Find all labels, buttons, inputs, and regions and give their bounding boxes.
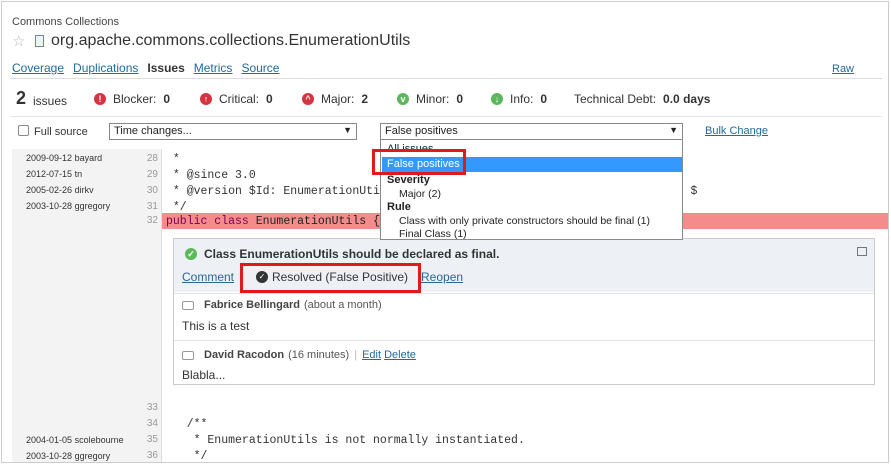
dropdown-arrow-icon: ▼ bbox=[343, 125, 352, 135]
issue-filter-select[interactable]: False positives ▼ bbox=[380, 123, 683, 140]
dropdown-arrow-icon: ▼ bbox=[669, 125, 678, 135]
line-number: 28 bbox=[146, 153, 158, 164]
code-line: /** bbox=[166, 418, 208, 431]
dropdown-option-final-class[interactable]: Final Class (1) bbox=[399, 228, 467, 240]
blocker-label: Blocker: bbox=[113, 92, 157, 106]
blame-entry: 2012-07-15 tn bbox=[26, 169, 83, 179]
line-number: 32 bbox=[146, 215, 158, 226]
divider bbox=[10, 116, 882, 117]
dropdown-group-rule: Rule bbox=[387, 201, 411, 213]
divider bbox=[174, 340, 874, 341]
blame-gutter bbox=[12, 149, 162, 462]
blocker-count: 0 bbox=[163, 92, 171, 106]
full-source-checkbox[interactable] bbox=[18, 125, 29, 136]
debt-label: Technical Debt: bbox=[574, 92, 657, 106]
time-changes-select[interactable]: Time changes... ▼ bbox=[109, 123, 357, 140]
info-label: Info: bbox=[510, 92, 534, 106]
line-number: 33 bbox=[146, 402, 158, 413]
critical-count: 0 bbox=[266, 92, 273, 106]
edit-comment-link[interactable]: Edit bbox=[362, 349, 381, 361]
line-number: 29 bbox=[146, 169, 158, 180]
critical-label: Critical: bbox=[219, 92, 260, 106]
comment-text: This is a test bbox=[182, 319, 250, 333]
issue-status-check-icon: ✓ bbox=[185, 248, 197, 260]
comment-action[interactable]: Comment bbox=[182, 270, 234, 284]
minor-label: Minor: bbox=[416, 92, 450, 106]
comment-text: Blabla... bbox=[182, 368, 226, 382]
blame-entry: 2004-01-05 scolebourne bbox=[26, 435, 124, 445]
highlighted-code: public class EnumerationUtils { bbox=[166, 215, 380, 228]
comment-bubble-icon bbox=[182, 300, 194, 310]
code-line: * EnumerationUtils is not normally insta… bbox=[166, 434, 525, 447]
tab-issues[interactable]: Issues bbox=[147, 61, 184, 75]
dropdown-group-severity: Severity bbox=[387, 174, 430, 186]
comment-header: David Racodon (16 minutes) | Edit Delete bbox=[182, 349, 416, 361]
major-icon: ^ bbox=[302, 93, 314, 105]
issues-count: 2 bbox=[16, 88, 27, 108]
info-icon: ↓ bbox=[491, 93, 503, 105]
issue-panel: ✓ Class EnumerationUtils should be decla… bbox=[173, 238, 875, 385]
major-count: 2 bbox=[361, 92, 369, 106]
highlight-annotation bbox=[372, 149, 466, 175]
time-select-value: Time changes... bbox=[114, 125, 192, 137]
code-line: * bbox=[166, 153, 180, 166]
issues-count-label: issues bbox=[33, 94, 68, 108]
critical-icon: ↑ bbox=[200, 93, 212, 105]
dropdown-option-major[interactable]: Major (2) bbox=[399, 188, 441, 200]
full-source-label: Full source bbox=[34, 126, 88, 138]
line-number: 36 bbox=[146, 450, 158, 461]
info-count: 0 bbox=[540, 92, 548, 106]
code-line: * @since 3.0 bbox=[166, 169, 256, 182]
minor-summary[interactable]: v Minor: 0 bbox=[397, 92, 463, 106]
issue-title: ✓ Class EnumerationUtils should be decla… bbox=[185, 247, 499, 261]
favorite-star-icon[interactable]: ☆ bbox=[12, 32, 25, 50]
line-number: 30 bbox=[146, 185, 158, 196]
tab-duplications[interactable]: Duplications bbox=[73, 61, 138, 75]
project-name: Commons Collections bbox=[12, 16, 119, 28]
tab-source[interactable]: Source bbox=[241, 61, 279, 75]
issue-select-value: False positives bbox=[385, 125, 458, 137]
tab-bar: Coverage Duplications Issues Metrics Sou… bbox=[12, 61, 279, 75]
dropdown-option-rule-private-constructors[interactable]: Class with only private constructors sho… bbox=[399, 215, 650, 227]
blocker-icon: ! bbox=[94, 93, 106, 105]
technical-debt: Technical Debt: 0.0 days bbox=[574, 92, 710, 106]
tab-coverage[interactable]: Coverage bbox=[12, 61, 64, 75]
reopen-action[interactable]: Reopen bbox=[421, 270, 463, 284]
line-number: 34 bbox=[146, 418, 158, 429]
blocker-summary[interactable]: ! Blocker: 0 bbox=[94, 92, 170, 106]
blame-entry: 2005-02-26 dirkv bbox=[26, 185, 94, 195]
file-icon bbox=[35, 35, 44, 47]
popout-icon[interactable] bbox=[857, 247, 867, 256]
minor-count: 0 bbox=[456, 92, 464, 106]
bulk-change-link[interactable]: Bulk Change bbox=[705, 125, 768, 137]
info-summary[interactable]: ↓ Info: 0 bbox=[491, 92, 547, 106]
divider bbox=[174, 293, 874, 294]
blame-entry: 2003-10-28 ggregory bbox=[26, 201, 111, 211]
minor-icon: v bbox=[397, 93, 409, 105]
raw-link[interactable]: Raw bbox=[832, 63, 854, 75]
tab-metrics[interactable]: Metrics bbox=[194, 61, 233, 75]
delete-comment-link[interactable]: Delete bbox=[384, 349, 416, 361]
line-number: 31 bbox=[146, 201, 158, 212]
comment-bubble-icon bbox=[182, 350, 194, 360]
file-title: org.apache.commons.collections.Enumerati… bbox=[51, 32, 411, 49]
line-number: 35 bbox=[146, 434, 158, 445]
blame-entry: 2003-10-28 ggregory bbox=[26, 451, 111, 461]
major-summary[interactable]: ^ Major: 2 bbox=[302, 92, 368, 106]
major-label: Major: bbox=[321, 92, 355, 106]
code-line: */ bbox=[166, 450, 208, 463]
highlight-annotation bbox=[240, 263, 421, 293]
blame-entry: 2009-09-12 bayard bbox=[26, 153, 103, 163]
comment-header: Fabrice Bellingard (about a month) bbox=[182, 299, 382, 311]
divider bbox=[10, 78, 882, 79]
critical-summary[interactable]: ↑ Critical: 0 bbox=[200, 92, 273, 106]
debt-value: 0.0 days bbox=[663, 92, 711, 106]
source-viewer: Commons Collections ☆ org.apache.commons… bbox=[1, 1, 889, 463]
